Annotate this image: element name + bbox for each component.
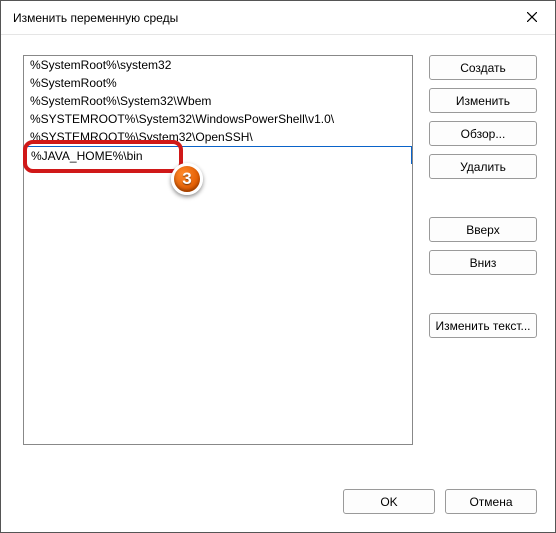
edit-text-button[interactable]: Изменить текст... bbox=[429, 313, 537, 338]
browse-button[interactable]: Обзор... bbox=[429, 121, 537, 146]
list-item[interactable]: %SystemRoot%\system32 bbox=[24, 56, 412, 74]
cancel-button[interactable]: Отмена bbox=[445, 489, 537, 514]
list-item[interactable]: %SystemRoot% bbox=[24, 74, 412, 92]
ok-button[interactable]: OK bbox=[343, 489, 435, 514]
close-icon bbox=[527, 12, 537, 22]
side-button-column: Создать Изменить Обзор... Удалить Вверх … bbox=[429, 55, 537, 514]
env-var-edit-dialog: Изменить переменную среды %SystemRoot%\s… bbox=[0, 0, 556, 533]
delete-button[interactable]: Удалить bbox=[429, 154, 537, 179]
move-down-button[interactable]: Вниз bbox=[429, 250, 537, 275]
list-item[interactable]: %SYSTEMROOT%\System32\OpenSSH\ bbox=[24, 128, 412, 146]
path-listbox[interactable]: %SystemRoot%\system32 %SystemRoot% %Syst… bbox=[23, 55, 413, 445]
create-button[interactable]: Создать bbox=[429, 55, 537, 80]
client-area: %SystemRoot%\system32 %SystemRoot% %Syst… bbox=[1, 35, 555, 532]
window-title: Изменить переменную среды bbox=[13, 11, 178, 25]
titlebar: Изменить переменную среды bbox=[1, 1, 555, 35]
move-up-button[interactable]: Вверх bbox=[429, 217, 537, 242]
path-edit-input[interactable] bbox=[25, 147, 411, 165]
annotation-step-badge: 3 bbox=[171, 163, 203, 195]
list-item[interactable]: %SystemRoot%\System32\Wbem bbox=[24, 92, 412, 110]
close-button[interactable] bbox=[509, 1, 555, 33]
list-item[interactable]: %SYSTEMROOT%\System32\WindowsPowerShell\… bbox=[24, 110, 412, 128]
dialog-footer: OK Отмена bbox=[343, 489, 537, 514]
edit-button[interactable]: Изменить bbox=[429, 88, 537, 113]
